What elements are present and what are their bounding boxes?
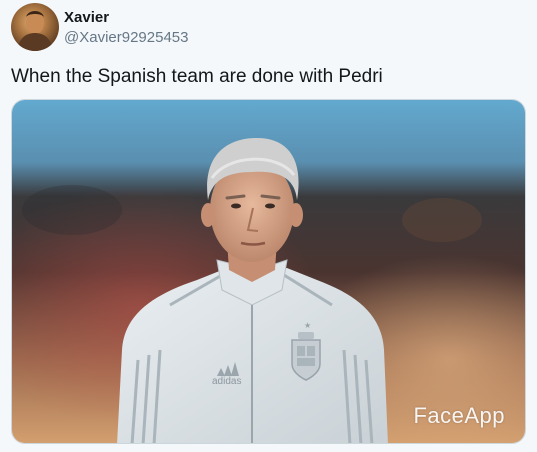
tweet-media-photo[interactable]: adidas ★ FaceApp <box>11 99 526 444</box>
tweet-card[interactable]: Xavier @Xavier92925453 When the Spanish … <box>0 0 537 452</box>
faceapp-watermark: FaceApp <box>413 403 505 428</box>
author-handle[interactable]: @Xavier92925453 <box>64 29 188 46</box>
author-display-name[interactable]: Xavier <box>64 9 109 26</box>
author-avatar[interactable] <box>11 3 59 51</box>
shirt-brand-text: adidas <box>212 376 241 387</box>
svg-text:★: ★ <box>304 321 311 330</box>
tweet-text: When the Spanish team are done with Pedr… <box>11 66 383 87</box>
